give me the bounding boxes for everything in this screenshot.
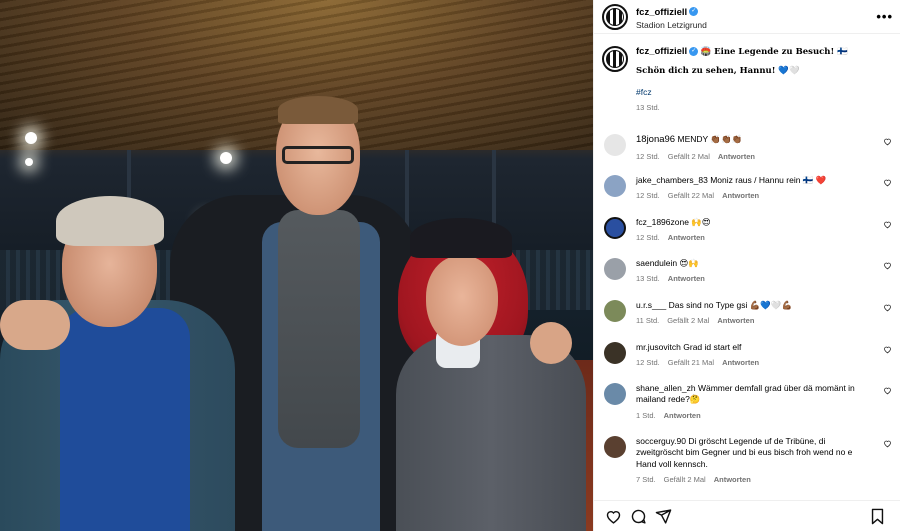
- reply-button[interactable]: Antworten: [718, 152, 755, 161]
- avatar[interactable]: [604, 300, 626, 322]
- comments-list[interactable]: fcz_offiziell ✓ 🏟️ 𝐄𝐢𝐧𝐞 𝐋𝐞𝐠𝐞𝐧𝐝𝐞 𝐳𝐮 𝐁𝐞𝐬𝐮𝐜𝐡…: [594, 38, 900, 500]
- reply-button[interactable]: Antworten: [722, 191, 759, 200]
- comment-text: Grad id start elf: [683, 342, 742, 352]
- comment-time: 12 Std.: [636, 191, 660, 201]
- like-heart-icon[interactable]: [883, 261, 892, 272]
- comment-username[interactable]: mr.jusovitch: [636, 342, 681, 352]
- comment-likes[interactable]: Gefällt 2 Mal: [667, 316, 709, 325]
- reply-button[interactable]: Antworten: [668, 233, 705, 242]
- arm: [0, 300, 70, 350]
- like-heart-icon[interactable]: [883, 137, 892, 148]
- fcz-logo-icon: [606, 50, 624, 68]
- comment-time: 1 Std.: [636, 410, 656, 420]
- floodlight: [220, 152, 232, 164]
- glasses: [282, 146, 354, 164]
- like-heart-icon[interactable]: [883, 345, 892, 356]
- post-location[interactable]: Stadion Letzigrund: [636, 20, 707, 31]
- comment-username[interactable]: 18jona96: [636, 134, 675, 145]
- post-header: fcz_offiziell ✓ Stadion Letzigrund •••: [594, 0, 900, 34]
- avatar[interactable]: [604, 258, 626, 280]
- floodlight: [25, 132, 37, 144]
- comment-username[interactable]: soccerguy.90: [636, 436, 686, 446]
- comment-time: 12 Std.: [636, 233, 660, 243]
- comment-username[interactable]: jake_chambers_83: [636, 175, 708, 185]
- comment-item: u.r.s___ Das sind no Type gsi 💪🏾💙🤍💪🏾 11 …: [602, 300, 894, 325]
- comment-time: 11 Std.: [636, 316, 660, 326]
- avatar[interactable]: [604, 134, 626, 156]
- comment-likes[interactable]: Gefällt 22 Mal: [668, 191, 714, 200]
- like-heart-icon[interactable]: [883, 178, 892, 189]
- comment-text: 🙌😍: [691, 217, 711, 227]
- hand: [530, 322, 572, 364]
- post-side-panel: fcz_offiziell ✓ Stadion Letzigrund ••• fc…: [593, 0, 900, 531]
- person-older-man-hair: [56, 196, 164, 246]
- reply-button[interactable]: Antworten: [714, 475, 751, 484]
- reply-button[interactable]: Antworten: [668, 274, 705, 283]
- comment-username[interactable]: fcz_1896zone: [636, 217, 689, 227]
- comment-username[interactable]: saendulein: [636, 258, 677, 268]
- person-woman-hat: [410, 218, 512, 258]
- avatar[interactable]: [604, 175, 626, 197]
- person-older-man-sweater: [60, 308, 190, 531]
- caption-text: 𝐒𝐜𝐡ö𝐧 𝐝𝐢𝐜𝐡 𝐳𝐮 𝐬𝐞𝐡𝐞𝐧, 𝐇𝐚𝐧𝐧𝐮! 💙🤍: [636, 66, 800, 77]
- reply-button[interactable]: Antworten: [722, 358, 759, 367]
- person-woman-head: [426, 256, 498, 346]
- bookmark-icon[interactable]: [868, 507, 886, 525]
- comment-text: Moniz raus / Hannu rein 🇫🇮 ❤️: [710, 175, 827, 185]
- comment-time: 13 Std.: [636, 274, 660, 284]
- comment-item: fcz_1896zone 🙌😍 12 Std. Antworten: [602, 217, 894, 242]
- avatar[interactable]: [604, 436, 626, 458]
- comment-time: 12 Std.: [636, 358, 660, 368]
- post-photo[interactable]: [0, 0, 593, 531]
- reply-button[interactable]: Antworten: [664, 411, 701, 420]
- comment-text: MENDY 👏🏾👏🏾👏🏾: [677, 134, 743, 144]
- comment-text: 😍🙌: [679, 258, 699, 268]
- comment-text: Das sind no Type gsi 💪🏾💙🤍💪🏾: [668, 300, 793, 310]
- caption-username[interactable]: fcz_offiziell: [636, 46, 687, 57]
- verified-badge-icon: ✓: [689, 47, 699, 57]
- reply-button[interactable]: Antworten: [717, 316, 754, 325]
- person-tall-man-hair: [278, 96, 358, 124]
- post-caption: fcz_offiziell ✓ 🏟️ 𝐄𝐢𝐧𝐞 𝐋𝐞𝐠𝐞𝐧𝐝𝐞 𝐳𝐮 𝐁𝐞𝐬𝐮𝐜𝐡…: [602, 46, 892, 113]
- verified-badge-icon: ✓: [689, 6, 699, 16]
- like-heart-icon[interactable]: [883, 303, 892, 314]
- floodlight: [25, 158, 33, 166]
- like-heart-icon[interactable]: [883, 386, 892, 397]
- more-options-icon[interactable]: •••: [876, 9, 893, 24]
- comment-likes[interactable]: Gefällt 2 Mal: [664, 475, 706, 484]
- like-heart-icon[interactable]: [883, 220, 892, 231]
- comment-item: soccerguy.90 Di gröscht Legende uf de Tr…: [602, 436, 894, 484]
- hashtag-link[interactable]: #fcz: [636, 87, 892, 98]
- post-actions-bar: [594, 500, 900, 531]
- comment-time: 7 Std.: [636, 475, 656, 485]
- comment-item: jake_chambers_83 Moniz raus / Hannu rein…: [602, 175, 894, 200]
- avatar[interactable]: [602, 3, 628, 30]
- comment-bubble-icon[interactable]: [629, 507, 647, 525]
- avatar[interactable]: [604, 217, 626, 239]
- comment-likes[interactable]: Gefällt 21 Mal: [668, 358, 714, 367]
- avatar[interactable]: [602, 46, 628, 72]
- avatar[interactable]: [604, 342, 626, 364]
- comment-item: 18jona96 MENDY 👏🏾👏🏾👏🏾 12 Std. Gefällt 2 M…: [602, 134, 894, 161]
- person-tall-man-scarf: [278, 210, 360, 448]
- caption-title: 🏟️ 𝐄𝐢𝐧𝐞 𝐋𝐞𝐠𝐞𝐧𝐝𝐞 𝐳𝐮 𝐁𝐞𝐬𝐮𝐜𝐡! 🇫🇮: [700, 47, 848, 57]
- comment-item: saendulein 😍🙌 13 Std. Antworten: [602, 258, 894, 283]
- person-woman-jacket: [396, 335, 586, 531]
- comment-likes[interactable]: Gefällt 2 Mal: [668, 152, 710, 161]
- caption-time: 13 Std.: [636, 103, 660, 113]
- comment-time: 12 Std.: [636, 151, 660, 161]
- share-send-icon[interactable]: [654, 507, 672, 525]
- like-heart-icon[interactable]: [883, 439, 892, 450]
- comment-username[interactable]: u.r.s___: [636, 300, 666, 310]
- comment-username[interactable]: shane_allen_zh: [636, 383, 696, 393]
- post-username[interactable]: fcz_offiziell: [636, 7, 687, 18]
- like-heart-icon[interactable]: [604, 507, 622, 525]
- comment-item: shane_allen_zh Wämmer demfall grad über …: [602, 383, 894, 420]
- comment-item: mr.jusovitch Grad id start elf 12 Std. Ge…: [602, 342, 894, 367]
- fcz-logo-icon: [606, 7, 624, 26]
- avatar[interactable]: [604, 383, 626, 405]
